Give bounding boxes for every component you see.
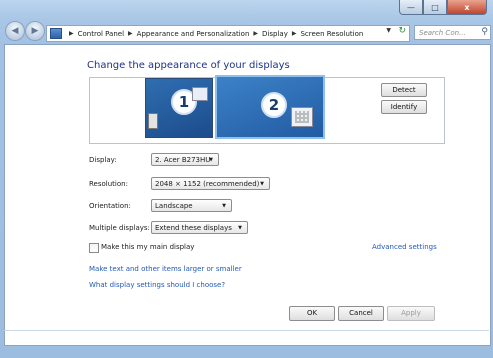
main-display-checkbox[interactable]	[89, 243, 99, 253]
taskbar-icon	[148, 113, 158, 129]
search-input[interactable]: Search Con... ⚲	[414, 25, 491, 40]
breadcrumb-separator-icon[interactable]: ▶	[292, 30, 297, 37]
main-display-checkbox-label[interactable]: Make this my main display	[101, 243, 194, 251]
multiple-displays-select-value: Extend these displays	[155, 223, 232, 232]
breadcrumb-appearance[interactable]: Appearance and Personalization	[137, 30, 250, 38]
divider	[4, 330, 489, 331]
chevron-down-icon: ▼	[209, 157, 213, 163]
search-icon[interactable]: ⚲	[481, 27, 488, 37]
resolution-select-value: 2048 × 1152 (recommended)	[155, 179, 260, 188]
display-select[interactable]: 2. Acer B273HU ▼	[151, 153, 219, 166]
multiple-displays-label: Multiple displays:	[89, 224, 150, 232]
page-title: Change the appearance of your displays	[87, 60, 290, 71]
orientation-select[interactable]: Landscape ▼	[151, 199, 232, 212]
detect-button[interactable]: Detect	[381, 83, 427, 97]
display-help-link[interactable]: What display settings should I choose?	[89, 281, 225, 289]
breadcrumb-control-panel[interactable]: Control Panel	[78, 30, 124, 38]
search-placeholder: Search Con...	[419, 28, 466, 37]
close-button[interactable]: x	[447, 0, 487, 15]
ok-button[interactable]: OK	[289, 306, 335, 321]
breadcrumb: ▶ Control Panel ▶ Appearance and Persona…	[65, 30, 363, 38]
chevron-down-icon: ▼	[238, 225, 242, 231]
forward-arrow-icon[interactable]: ▶	[25, 21, 45, 41]
display-label: Display:	[89, 156, 117, 164]
chevron-down-icon: ▼	[260, 181, 264, 187]
orientation-select-value: Landscape	[155, 201, 193, 210]
title-bar: — □ x	[0, 0, 493, 20]
breadcrumb-screen-resolution[interactable]: Screen Resolution	[300, 30, 363, 38]
cancel-button[interactable]: Cancel	[338, 306, 384, 321]
navigation-bar: ◀ ▶ ▶ Control Panel ▶ Appearance and Per…	[0, 20, 493, 44]
window-controls: — □ x	[399, 0, 487, 16]
resolution-label: Resolution:	[89, 180, 128, 188]
resolution-select[interactable]: 2048 × 1152 (recommended) ▼	[151, 177, 270, 190]
identify-button[interactable]: Identify	[381, 100, 427, 114]
address-dropdown-icon[interactable]: ▼	[386, 27, 391, 34]
control-panel-icon	[50, 28, 62, 39]
display-select-value: 2. Acer B273HU	[155, 155, 211, 164]
refresh-icon[interactable]: ↻	[398, 26, 406, 36]
window-thumbnail-icon	[192, 87, 208, 101]
monitor-1[interactable]: 1	[145, 78, 213, 138]
breadcrumb-separator-icon: ▶	[69, 30, 74, 37]
minimize-button[interactable]: —	[399, 0, 423, 15]
chevron-down-icon: ▼	[222, 203, 226, 209]
display-preview: 1 2 Detect Identify	[89, 75, 445, 144]
multiple-displays-select[interactable]: Extend these displays ▼	[151, 221, 248, 234]
advanced-settings-link[interactable]: Advanced settings	[372, 243, 437, 251]
keypad-icon	[291, 107, 313, 127]
text-size-link[interactable]: Make text and other items larger or smal…	[89, 265, 242, 273]
breadcrumb-separator-icon[interactable]: ▶	[128, 30, 133, 37]
maximize-button[interactable]: □	[423, 0, 447, 15]
monitor-2[interactable]: 2	[215, 75, 325, 139]
monitor-number: 2	[261, 92, 287, 118]
address-bar[interactable]: ▶ Control Panel ▶ Appearance and Persona…	[46, 25, 410, 42]
breadcrumb-separator-icon[interactable]: ▶	[253, 30, 258, 37]
orientation-label: Orientation:	[89, 202, 131, 210]
apply-button[interactable]: Apply	[387, 306, 435, 321]
breadcrumb-display[interactable]: Display	[262, 30, 288, 38]
back-arrow-icon[interactable]: ◀	[5, 21, 25, 41]
